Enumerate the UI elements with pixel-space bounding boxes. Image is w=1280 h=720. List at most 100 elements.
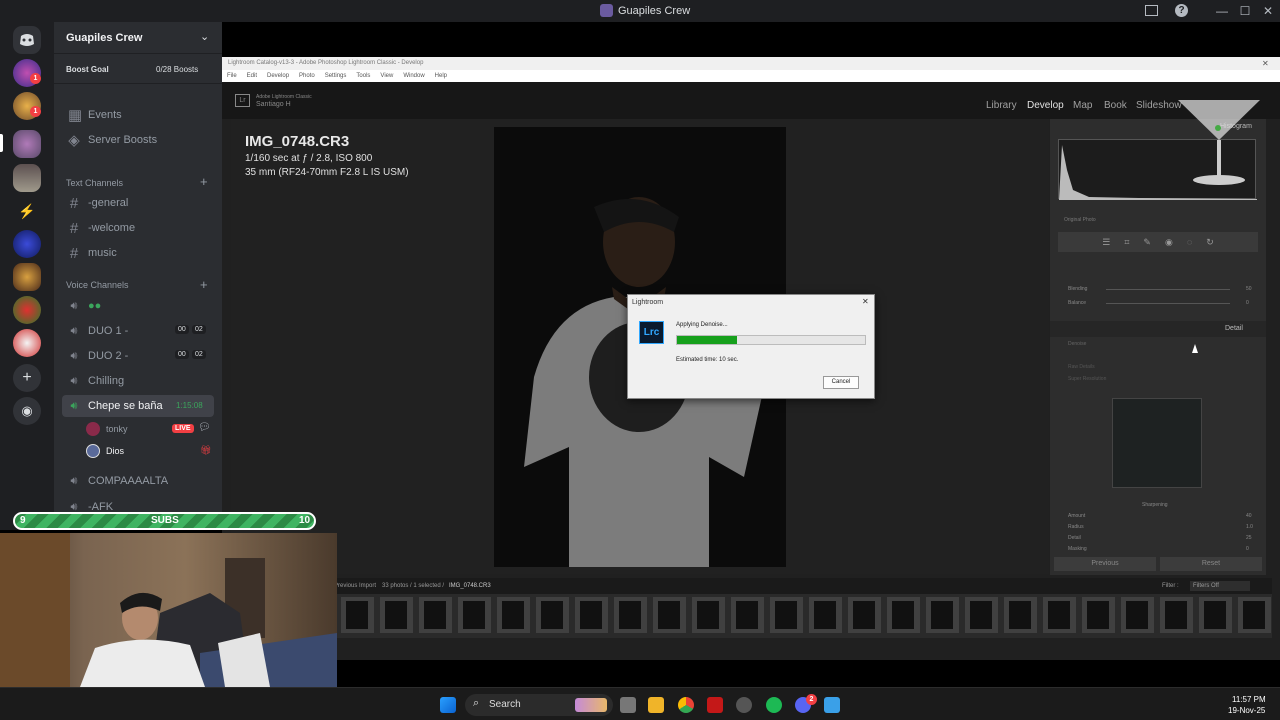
filmstrip-thumbnail[interactable] bbox=[341, 597, 374, 633]
voice-user-tonky[interactable]: tonky LIVE 💬︎ bbox=[84, 420, 214, 438]
voice-channels-category[interactable]: Voice Channels bbox=[66, 280, 129, 290]
app-icon-circle[interactable] bbox=[736, 697, 752, 713]
filmstrip-thumbnail[interactable] bbox=[653, 597, 686, 633]
module-slideshow[interactable]: Slideshow bbox=[1136, 100, 1182, 111]
close-icon[interactable]: ✕ bbox=[1260, 3, 1276, 19]
inbox-icon[interactable] bbox=[1145, 5, 1158, 16]
menu-help[interactable]: Help bbox=[435, 70, 447, 82]
server-boosts-item[interactable]: ◈ Server Boosts bbox=[62, 129, 214, 151]
clock-time[interactable]: 11:57 PM bbox=[1232, 695, 1266, 704]
filmstrip-thumbnail[interactable] bbox=[536, 597, 569, 633]
server-header[interactable]: Guapiles Crew ⌄ bbox=[54, 22, 222, 54]
menu-file[interactable]: File bbox=[227, 70, 237, 82]
server-icon-8[interactable] bbox=[13, 329, 41, 357]
explore-icon[interactable]: ◉ bbox=[13, 397, 41, 425]
add-voice-channel-icon[interactable]: + bbox=[200, 277, 208, 292]
filter-select[interactable]: Filters Off bbox=[1190, 581, 1250, 591]
server-icon-guapiles[interactable] bbox=[13, 130, 41, 158]
menu-settings[interactable]: Settings bbox=[325, 70, 347, 82]
filmstrip-thumbnail[interactable] bbox=[809, 597, 842, 633]
server-icon-7[interactable] bbox=[13, 296, 41, 324]
eye-icon[interactable]: ◉ bbox=[1165, 237, 1173, 248]
spotify-icon[interactable] bbox=[766, 697, 782, 713]
minimize-icon[interactable]: — bbox=[1214, 3, 1230, 19]
add-server-icon[interactable]: + bbox=[13, 364, 41, 392]
module-develop[interactable]: Develop bbox=[1027, 100, 1064, 111]
chrome-icon[interactable] bbox=[678, 697, 694, 713]
voice-channel-compaaaalta[interactable]: 🔊︎ COMPAAAALTA bbox=[62, 470, 214, 492]
close-icon[interactable]: ✕ bbox=[862, 297, 869, 306]
detail-preview[interactable] bbox=[1112, 398, 1202, 488]
server-icon-4[interactable] bbox=[13, 164, 41, 192]
pin-icon[interactable]: ⚡ bbox=[13, 197, 41, 225]
cancel-button[interactable]: Cancel bbox=[823, 376, 859, 389]
filmstrip-thumbnail[interactable] bbox=[1238, 597, 1271, 633]
module-library[interactable]: Library bbox=[986, 100, 1017, 111]
blending-slider[interactable] bbox=[1106, 289, 1230, 290]
filmstrip-thumbnail[interactable] bbox=[848, 597, 881, 633]
filmstrip-thumbnail[interactable] bbox=[926, 597, 959, 633]
file-explorer-icon[interactable] bbox=[648, 697, 664, 713]
server-icon-5[interactable] bbox=[13, 230, 41, 258]
events-item[interactable]: ▦ Events bbox=[62, 104, 214, 126]
filmstrip-thumbnail[interactable] bbox=[1160, 597, 1193, 633]
filmstrip-thumbnail[interactable] bbox=[731, 597, 764, 633]
filmstrip-thumbnail[interactable] bbox=[1121, 597, 1154, 633]
menu-edit[interactable]: Edit bbox=[247, 70, 257, 82]
menu-tools[interactable]: Tools bbox=[356, 70, 370, 82]
filmstrip-thumbnail[interactable] bbox=[497, 597, 530, 633]
voice-channel-duo1[interactable]: 🔊︎ DUO 1 - 00 02 bbox=[62, 320, 214, 342]
reset-button[interactable]: Reset bbox=[1160, 557, 1262, 571]
server-icon-6[interactable] bbox=[13, 263, 41, 291]
clock-date[interactable]: 19-Nov-25 bbox=[1228, 706, 1265, 715]
app-icon-red[interactable] bbox=[707, 697, 723, 713]
notepad-icon[interactable] bbox=[824, 697, 840, 713]
channel-welcome[interactable]: # -welcome bbox=[62, 217, 214, 239]
filmstrip-thumbnail[interactable] bbox=[1004, 597, 1037, 633]
filmstrip-thumbnail[interactable] bbox=[1199, 597, 1232, 633]
filmstrip-thumbnail[interactable] bbox=[458, 597, 491, 633]
filmstrip-thumbnail[interactable] bbox=[419, 597, 452, 633]
voice-channel-frogs[interactable]: 🔊︎ ●● bbox=[62, 295, 214, 317]
previous-button[interactable]: Previous bbox=[1054, 557, 1156, 571]
add-channel-icon[interactable]: + bbox=[200, 174, 208, 189]
module-map[interactable]: Map bbox=[1073, 100, 1092, 111]
menu-develop[interactable]: Develop bbox=[267, 70, 289, 82]
filmstrip-thumbnail[interactable] bbox=[692, 597, 725, 633]
menu-photo[interactable]: Photo bbox=[299, 70, 315, 82]
balance-slider[interactable] bbox=[1106, 303, 1230, 304]
super-resolution-checkbox[interactable]: Super Resolution bbox=[1068, 376, 1106, 382]
module-book[interactable]: Book bbox=[1104, 100, 1127, 111]
task-view-icon[interactable] bbox=[620, 697, 636, 713]
channel-music[interactable]: # music bbox=[62, 242, 214, 264]
filmstrip-thumbnail[interactable] bbox=[1082, 597, 1115, 633]
help-icon[interactable]: ? bbox=[1175, 4, 1188, 17]
sliders-icon[interactable]: ☰ bbox=[1102, 237, 1110, 248]
voice-channel-chepe[interactable]: 🔊︎ Chepe se baña 1:15:08 bbox=[62, 395, 214, 417]
filmstrip-source[interactable]: Previous Import bbox=[334, 583, 376, 589]
denoise-checkbox[interactable]: Denoise bbox=[1068, 341, 1086, 347]
voice-user-dios[interactable]: Dios 🎁︎ bbox=[84, 442, 214, 460]
detail-header[interactable]: Detail bbox=[1050, 321, 1266, 337]
windows-start-icon[interactable] bbox=[440, 697, 456, 713]
mask-icon[interactable]: ◌ bbox=[1187, 237, 1192, 247]
text-channels-category[interactable]: Text Channels bbox=[66, 178, 123, 188]
original-photo-toggle[interactable]: Original Photo bbox=[1064, 217, 1096, 223]
filmstrip-thumbnail[interactable] bbox=[575, 597, 608, 633]
close-icon[interactable]: ✕ bbox=[1262, 57, 1269, 70]
taskbar-search[interactable]: ⌕ Search bbox=[465, 694, 613, 716]
discord-home-icon[interactable] bbox=[13, 26, 41, 54]
voice-channel-duo2[interactable]: 🔊︎ DUO 2 - 00 02 bbox=[62, 345, 214, 367]
channel-general[interactable]: # -general bbox=[62, 192, 214, 214]
boost-goal[interactable]: Boost Goal 0/28 Boosts bbox=[54, 54, 222, 84]
reset-icon[interactable]: ↻ bbox=[1206, 237, 1214, 248]
filmstrip-thumbnail[interactable] bbox=[887, 597, 920, 633]
filmstrip-thumbnail[interactable] bbox=[965, 597, 998, 633]
filmstrip-thumbnail[interactable] bbox=[380, 597, 413, 633]
raw-details-checkbox[interactable]: Raw Details bbox=[1068, 364, 1095, 370]
menu-view[interactable]: View bbox=[380, 70, 393, 82]
voice-channel-chilling[interactable]: 🔊︎ Chilling bbox=[62, 370, 214, 392]
crop-icon[interactable]: ⌗ bbox=[1124, 237, 1129, 248]
menu-window[interactable]: Window bbox=[403, 70, 424, 82]
filmstrip-thumbnail[interactable] bbox=[770, 597, 803, 633]
